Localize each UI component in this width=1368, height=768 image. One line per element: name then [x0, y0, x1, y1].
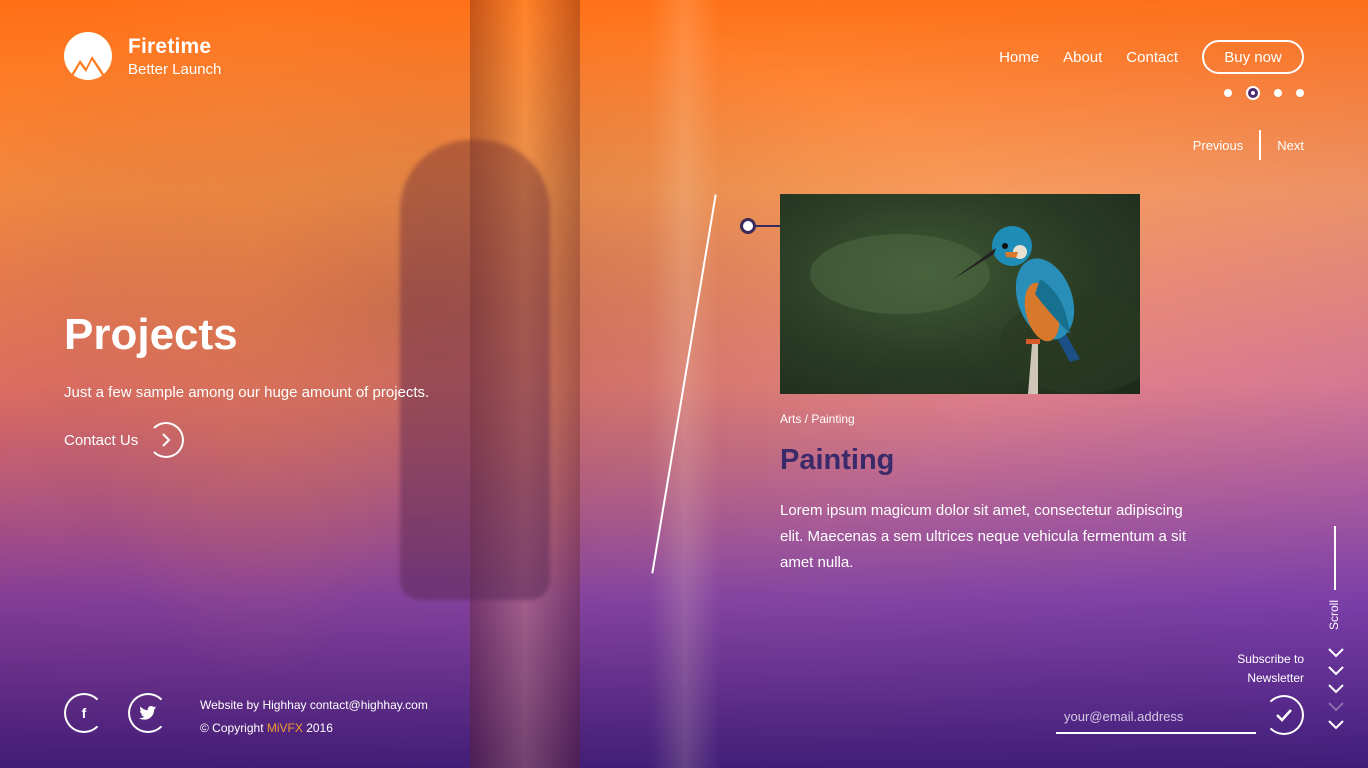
- pager-divider: [1259, 130, 1262, 160]
- newsletter-email-input[interactable]: [1056, 700, 1256, 734]
- chevron-down-icon[interactable]: [1328, 684, 1344, 698]
- timeline-pin-icon: [740, 218, 756, 234]
- slider-dot-1[interactable]: [1224, 89, 1232, 97]
- nav-home[interactable]: Home: [999, 49, 1039, 66]
- newsletter-submit-button[interactable]: [1264, 695, 1304, 735]
- project-description: Lorem ipsum magicum dolor sit amet, cons…: [780, 502, 1187, 571]
- scroll-line: [1334, 526, 1336, 590]
- mountain-sun-icon: [64, 32, 112, 80]
- page-title: Projects: [64, 310, 238, 359]
- previous-button[interactable]: Previous: [1193, 138, 1244, 153]
- project-title: Painting: [780, 444, 895, 476]
- chevron-down-icon[interactable]: [1328, 666, 1344, 680]
- newsletter-label-line2: Newsletter: [1247, 671, 1304, 685]
- facebook-glyph: f: [81, 705, 87, 721]
- scroll-label: Scroll: [1327, 600, 1341, 631]
- chevron-down-icon[interactable]: [1328, 720, 1344, 734]
- brand-logo[interactable]: Firetime Better Launch: [64, 32, 221, 80]
- project-image[interactable]: [780, 194, 1140, 394]
- twitter-icon[interactable]: [128, 693, 168, 733]
- nav-about[interactable]: About: [1063, 49, 1102, 66]
- background-person: [400, 140, 550, 600]
- contact-us-label: Contact Us: [64, 431, 139, 449]
- kingfisher-bird-icon: [810, 226, 1140, 394]
- copyright-prefix: © Copyright: [200, 721, 267, 735]
- project-category: Arts / Painting: [780, 412, 855, 426]
- top-nav: Home About Contact Buy now: [999, 40, 1304, 74]
- slider-dots: [1224, 86, 1304, 100]
- chevron-down-icon[interactable]: [1328, 648, 1344, 662]
- brand-tagline: Better Launch: [128, 60, 222, 78]
- chevron-right-icon: [148, 422, 185, 458]
- page-subtitle: Just a few sample among our huge amount …: [64, 384, 430, 401]
- credit-line: Website by Highhay contact@highhay.com: [200, 698, 428, 712]
- slider-dot-4[interactable]: [1296, 89, 1304, 97]
- slider-dot-2-active[interactable]: [1246, 86, 1260, 100]
- pager: Previous Next: [1193, 130, 1304, 160]
- next-button[interactable]: Next: [1277, 138, 1304, 153]
- buy-now-button[interactable]: Buy now: [1202, 40, 1304, 74]
- newsletter-label-line1: Subscribe to: [1237, 652, 1304, 666]
- facebook-icon[interactable]: f: [64, 693, 104, 733]
- brand-name: Firetime: [128, 34, 212, 58]
- brand-text: Firetime Better Launch: [128, 35, 221, 78]
- contact-us-link[interactable]: Contact Us: [64, 422, 185, 458]
- footer-credits: Website by Highhay contact@highhay.com ©…: [200, 694, 428, 740]
- nav-contact[interactable]: Contact: [1126, 49, 1178, 66]
- slider-dot-3[interactable]: [1274, 89, 1282, 97]
- check-icon: [1276, 709, 1292, 722]
- copyright-line: © Copyright MiVFX 2016: [200, 717, 428, 740]
- chevron-down-icon[interactable]: [1328, 702, 1344, 716]
- copyright-year: 2016: [302, 721, 333, 735]
- newsletter-label: Subscribe to Newsletter: [1170, 650, 1304, 688]
- copyright-brand-link[interactable]: MiVFX: [267, 721, 303, 735]
